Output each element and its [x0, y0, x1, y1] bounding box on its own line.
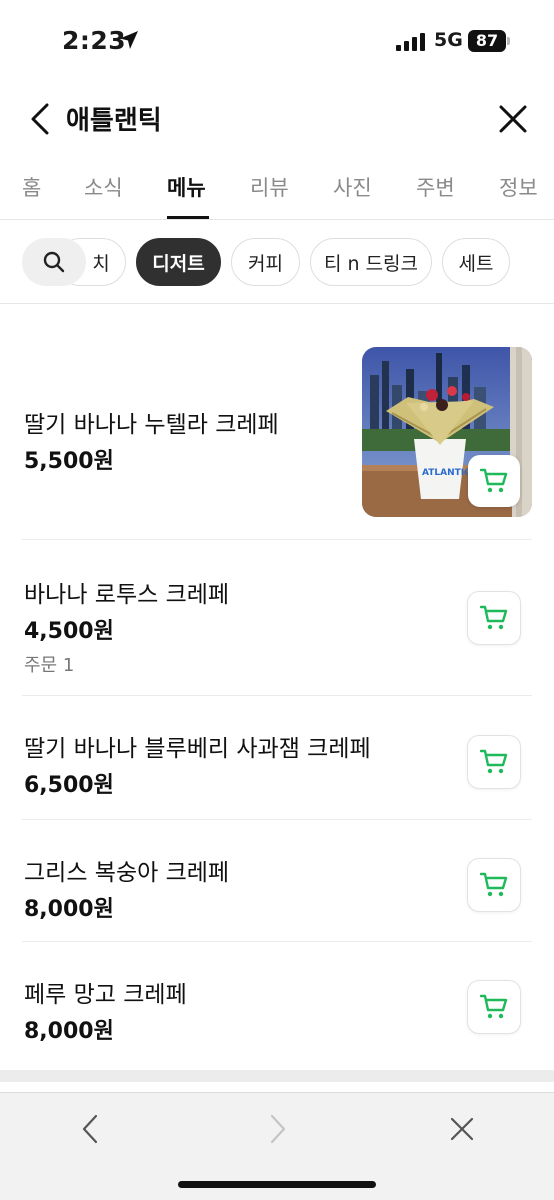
tab-photos[interactable]: 사진: [333, 172, 372, 202]
browser-back-button[interactable]: [68, 1107, 112, 1151]
cart-icon: [480, 872, 508, 897]
chevron-right-icon: [270, 1114, 286, 1144]
chip-label: 세트: [458, 252, 494, 275]
menu-item-order-count: 주문 1: [24, 655, 75, 676]
active-tab-indicator: [167, 216, 209, 219]
close-button[interactable]: [492, 98, 534, 140]
tab-home[interactable]: 홈: [22, 172, 41, 202]
close-icon: [450, 1117, 474, 1141]
cart-icon: [480, 468, 508, 493]
add-to-cart-button[interactable]: [467, 858, 521, 912]
chip-label: 커피: [248, 252, 283, 275]
chip-coffee[interactable]: 커피: [231, 238, 300, 286]
menu-item-price: 8,000원: [24, 1019, 114, 1044]
category-chips: 치 디저트 커피 티 n 드링크 세트: [0, 222, 554, 304]
divider: [22, 941, 532, 942]
network-type: 5G: [434, 29, 463, 51]
browser-toolbar: [0, 1092, 554, 1200]
status-time: 2:23: [62, 26, 127, 55]
place-title: 애틀랜틱: [66, 106, 162, 136]
battery-level: 87: [468, 30, 506, 52]
back-icon: [31, 103, 49, 135]
tab-news[interactable]: 소식: [84, 172, 123, 202]
menu-item-price: 4,500원: [24, 619, 114, 644]
close-icon: [499, 105, 527, 133]
chip-label: 티 n 드링크: [323, 252, 419, 275]
divider: [22, 539, 532, 540]
menu-search-button[interactable]: [22, 238, 86, 286]
add-to-cart-button[interactable]: [467, 735, 521, 789]
browser-close-button[interactable]: [440, 1107, 484, 1151]
menu-item-price: 8,000원: [24, 897, 114, 922]
menu-item[interactable]: 그리스 복숭아 크레페 8,000원: [0, 821, 554, 943]
tab-info[interactable]: 정보: [499, 172, 538, 202]
menu-item[interactable]: 딸기 바나나 블루베리 사과잼 크레페 6,500원: [0, 697, 554, 819]
chevron-left-icon: [82, 1114, 98, 1144]
add-to-cart-button[interactable]: [467, 591, 521, 645]
menu-item[interactable]: 바나나 로투스 크레페 4,500원 주문 1: [0, 541, 554, 695]
location-arrow-icon: [120, 31, 138, 49]
status-bar: 2:23 5G 87: [0, 0, 554, 84]
menu-item-name: 딸기 바나나 블루베리 사과잼 크레페: [24, 736, 371, 762]
place-header: 애틀랜틱: [0, 84, 554, 154]
menu-item[interactable]: 페루 망고 크레페 8,000원: [0, 943, 554, 1071]
place-tabs: 홈 소식 메뉴 리뷰 사진 주변 정보: [0, 160, 554, 220]
chip-set[interactable]: 세트: [442, 238, 510, 286]
chip-label: 치: [92, 252, 110, 275]
divider: [22, 819, 532, 820]
tab-reviews[interactable]: 리뷰: [250, 172, 289, 202]
menu-item-name: 그리스 복숭아 크레페: [24, 860, 230, 886]
menu-item-price: 5,500원: [24, 449, 114, 474]
home-indicator: [178, 1181, 376, 1188]
cup-brand-text: ATLANTIC: [422, 468, 471, 478]
tab-nearby[interactable]: 주변: [416, 172, 455, 202]
signal-icon: [396, 33, 425, 51]
cart-icon: [480, 994, 508, 1019]
menu-item[interactable]: 딸기 바나나 누텔라 크레페 5,500원 ATLANTIC: [0, 305, 554, 541]
app-screen: 2:23 5G 87 애틀랜틱 홈 소식 메뉴 리뷰 사진 주변 정보 치 디저…: [0, 0, 554, 1200]
search-icon: [43, 251, 65, 273]
add-to-cart-button[interactable]: [467, 980, 521, 1034]
section-separator: [0, 1070, 554, 1082]
menu-list: 딸기 바나나 누텔라 크레페 5,500원 ATLANTIC 바나나 로투스 크…: [0, 305, 554, 1073]
back-button[interactable]: [20, 98, 60, 140]
menu-item-name: 페루 망고 크레페: [24, 982, 187, 1008]
menu-item-price: 6,500원: [24, 773, 114, 798]
chip-label: 디저트: [152, 252, 205, 275]
menu-item-name: 딸기 바나나 누텔라 크레페: [24, 412, 279, 438]
menu-item-name: 바나나 로투스 크레페: [24, 582, 230, 608]
divider: [22, 695, 532, 696]
tab-menu[interactable]: 메뉴: [167, 172, 206, 202]
chip-dessert[interactable]: 디저트: [136, 238, 221, 286]
chip-tea-drink[interactable]: 티 n 드링크: [310, 238, 432, 286]
cart-icon: [480, 605, 508, 630]
browser-forward-button[interactable]: [256, 1107, 300, 1151]
battery-cap: [507, 37, 510, 45]
add-to-cart-button[interactable]: [468, 455, 520, 507]
cart-icon: [480, 749, 508, 774]
